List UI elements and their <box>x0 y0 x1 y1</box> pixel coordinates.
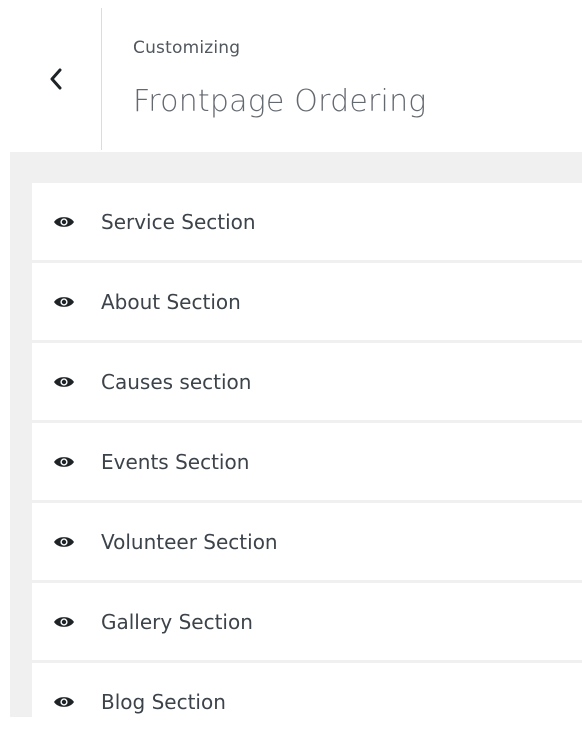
chevron-left-icon <box>50 68 61 90</box>
section-label: Volunteer Section <box>101 529 278 554</box>
sortable-item-gallery[interactable]: Gallery Section <box>32 583 582 660</box>
customizer-header: Customizing Frontpage Ordering <box>0 0 582 152</box>
eye-icon[interactable] <box>53 695 75 709</box>
back-button[interactable] <box>10 8 102 150</box>
sortable-item-about[interactable]: About Section <box>32 263 582 340</box>
sortable-item-events[interactable]: Events Section <box>32 423 582 500</box>
sortable-section-list: Service Section About Section Causes sec… <box>32 183 582 743</box>
sortable-item-blog[interactable]: Blog Section <box>32 663 582 740</box>
section-label: Blog Section <box>101 689 226 714</box>
sortable-item-volunteer[interactable]: Volunteer Section <box>32 503 582 580</box>
section-ordering-panel: Service Section About Section Causes sec… <box>10 152 582 740</box>
eye-icon[interactable] <box>53 295 75 309</box>
sortable-item-causes[interactable]: Causes section <box>32 343 582 420</box>
section-label: Gallery Section <box>101 609 253 634</box>
eye-icon[interactable] <box>53 375 75 389</box>
section-label: Service Section <box>101 209 256 234</box>
customizing-label: Customizing <box>133 38 241 58</box>
section-label: Causes section <box>101 369 252 394</box>
panel-title: Frontpage Ordering <box>133 84 427 119</box>
section-label: Events Section <box>101 449 250 474</box>
eye-icon[interactable] <box>53 615 75 629</box>
eye-icon[interactable] <box>53 215 75 229</box>
section-label: About Section <box>101 289 241 314</box>
eye-icon[interactable] <box>53 455 75 469</box>
sortable-item-service[interactable]: Service Section <box>32 183 582 260</box>
eye-icon[interactable] <box>53 535 75 549</box>
